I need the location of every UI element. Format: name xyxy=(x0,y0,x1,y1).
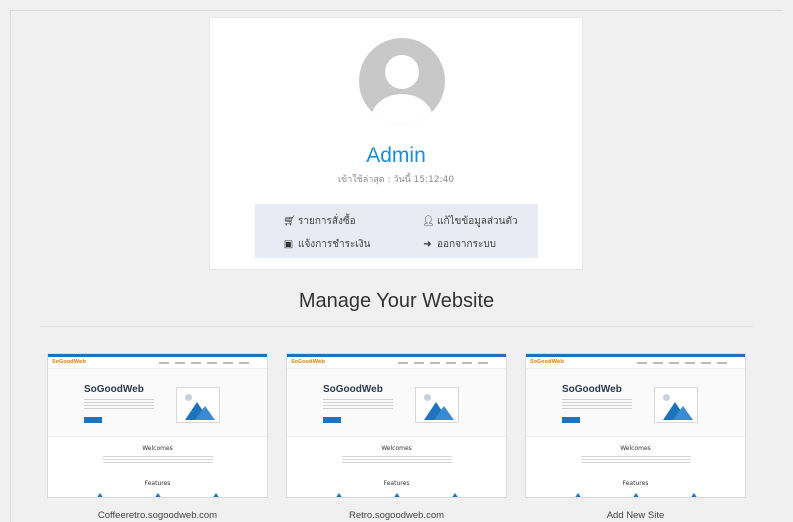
avatar xyxy=(359,38,445,124)
thumb-feature-icons xyxy=(287,491,506,497)
thumb-logo: SoGoodWeb xyxy=(291,359,325,365)
thumb-brand: SoGoodWeb xyxy=(562,384,622,395)
orders-label: รายการสั่งซื้อ xyxy=(298,216,356,227)
thumb-welcome: Welcomes xyxy=(620,445,651,452)
thumb-hero: SoGoodWeb xyxy=(287,369,506,437)
avatar-body xyxy=(371,94,433,124)
thumb-feature-icons xyxy=(526,491,745,497)
thumb-features: Features xyxy=(622,480,649,487)
site-card-add-new[interactable]: SoGoodWeb SoGoodWeb Welcomes Features xyxy=(525,353,746,498)
thumb-nav-links xyxy=(159,362,249,364)
thumb-features: Features xyxy=(383,480,410,487)
sign-out-icon: ➜ xyxy=(423,239,432,250)
user-icon: 👤︎ xyxy=(422,216,435,227)
thumb-logo: SoGoodWeb xyxy=(530,359,564,365)
thumb-welcome: Welcomes xyxy=(142,445,173,452)
thumb-nav: SoGoodWeb xyxy=(48,357,267,369)
thumb-text-lines xyxy=(323,399,393,411)
thumb-nav: SoGoodWeb xyxy=(526,357,745,369)
thumb-welcome: Welcomes xyxy=(381,445,412,452)
image-placeholder-icon xyxy=(415,387,459,423)
thumb-button xyxy=(323,417,341,423)
site-caption-add-new[interactable]: Add New Site xyxy=(525,510,746,521)
thumb-text-lines xyxy=(84,399,154,411)
image-placeholder-icon xyxy=(654,387,698,423)
left-divider xyxy=(10,10,11,522)
payment-label: แจ้งการชำระเงิน xyxy=(298,239,371,250)
thumb-welcome-lines xyxy=(341,456,452,464)
shopping-cart-icon: 🛒︎ xyxy=(283,216,296,227)
section-title: Manage Your Website xyxy=(298,290,495,312)
thumb-brand: SoGoodWeb xyxy=(84,384,144,395)
site-caption-retro[interactable]: Retro.sogoodweb.com xyxy=(286,510,507,521)
edit-profile-link[interactable]: 👤︎ แก้ไขข้อมูลส่วนตัว xyxy=(422,214,518,229)
site-caption-coffeeretro[interactable]: Coffeeretro.sogoodweb.com xyxy=(47,510,268,521)
payment-notify-link[interactable]: ▣ แจ้งการชำระเงิน xyxy=(283,237,371,252)
image-placeholder-icon xyxy=(176,387,220,423)
profile-card: Admin เข้าใช้ล่าสุด : วันนี้ 15:12:40 🛒︎… xyxy=(209,17,583,270)
thumb-nav-links xyxy=(637,362,727,364)
thumb-hero: SoGoodWeb xyxy=(526,369,745,437)
edit-profile-label: แก้ไขข้อมูลส่วนตัว xyxy=(437,216,518,227)
thumb-hero: SoGoodWeb xyxy=(48,369,267,437)
account-menu: 🛒︎ รายการสั่งซื้อ 👤︎ แก้ไขข้อมูลส่วนตัว … xyxy=(255,204,538,258)
thumb-nav: SoGoodWeb xyxy=(287,357,506,369)
avatar-head xyxy=(385,55,419,89)
thumb-button xyxy=(562,417,580,423)
username: Admin xyxy=(366,144,426,167)
thumb-nav-links xyxy=(398,362,488,364)
thumb-text-lines xyxy=(562,399,632,411)
thumb-button xyxy=(84,417,102,423)
thumb-welcome-lines xyxy=(102,456,213,464)
site-card-coffeeretro[interactable]: SoGoodWeb SoGoodWeb Welcomes Features xyxy=(47,353,268,498)
money-icon: ▣ xyxy=(283,239,294,250)
section-divider xyxy=(40,326,753,327)
site-card-retro[interactable]: SoGoodWeb SoGoodWeb Welcomes Features xyxy=(286,353,507,498)
thumb-logo: SoGoodWeb xyxy=(52,359,86,365)
thumb-brand: SoGoodWeb xyxy=(323,384,383,395)
top-divider xyxy=(10,10,783,11)
thumb-features: Features xyxy=(144,480,171,487)
thumb-welcome-lines xyxy=(580,456,691,464)
logout-link[interactable]: ➜ ออกจากระบบ xyxy=(422,237,496,252)
thumb-feature-icons xyxy=(48,491,267,497)
orders-link[interactable]: 🛒︎ รายการสั่งซื้อ xyxy=(283,214,356,229)
logout-label: ออกจากระบบ xyxy=(437,239,497,250)
last-login-text: เข้าใช้ล่าสุด : วันนี้ 15:12:40 xyxy=(337,175,455,185)
